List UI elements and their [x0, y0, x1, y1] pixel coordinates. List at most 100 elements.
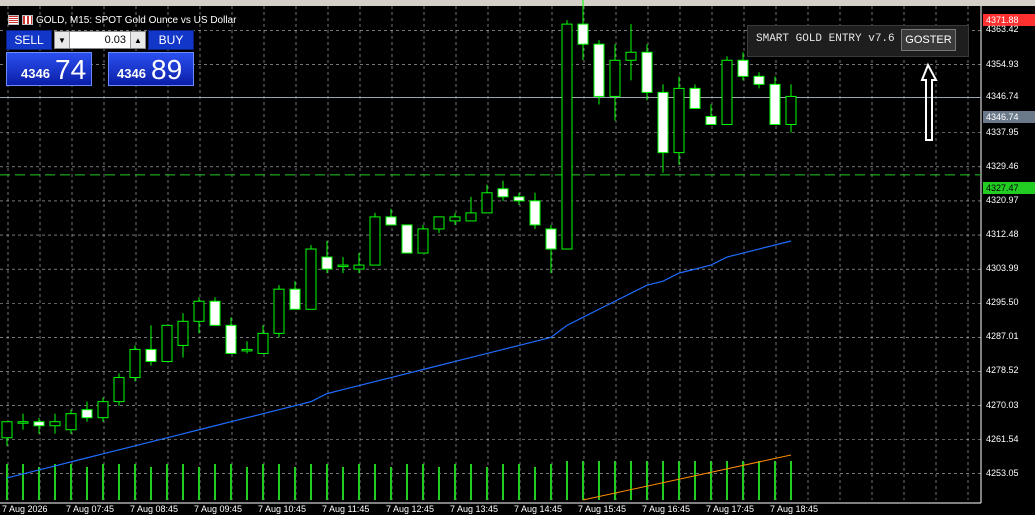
candle-bearish	[737, 59, 749, 77]
candle-bullish	[785, 95, 797, 126]
time-tick-label: 7 Aug 12:45	[386, 504, 435, 514]
indicator-info-panel: SMART GOLD ENTRY v7.6 GOSTER	[747, 25, 969, 57]
candle-bullish	[449, 216, 461, 222]
price-tick-label: 4346.74	[986, 91, 1019, 102]
chart-title-bar: GOLD, M15: SPOT Gold Ounce vs US Dollar	[8, 13, 236, 27]
price-tag-green-level: 4327.47	[983, 182, 1035, 194]
time-tick-label: 7 Aug 2026	[2, 504, 48, 514]
candle-bullish	[609, 59, 621, 97]
price-tag-current: 4346.74	[983, 111, 1035, 123]
candle-bearish	[769, 83, 781, 126]
price-tick-label: 4303.99	[986, 263, 1019, 274]
candle-bearish	[513, 196, 525, 202]
candle-bullish	[481, 192, 493, 214]
sell-button[interactable]: SELL	[6, 30, 52, 50]
candle-bullish	[177, 320, 189, 346]
candle-bearish	[689, 87, 701, 109]
time-tick-label: 7 Aug 10:45	[258, 504, 307, 514]
price-tick-label: 4287.01	[986, 331, 1019, 342]
candle-bullish	[417, 228, 429, 254]
candle-bullish	[241, 348, 253, 352]
price-tick-label: 4337.95	[986, 126, 1019, 137]
candle-bullish	[433, 216, 445, 230]
candle-bearish	[497, 188, 509, 198]
one-click-trade-panel: SELL ▼ 0.03 ▲ BUY 4346 74 4346 89	[6, 30, 194, 86]
moving-average-line	[6, 240, 792, 479]
candle-bullish	[113, 377, 125, 403]
candle-bearish	[209, 300, 221, 326]
lot-size-stepper[interactable]: ▼ 0.03 ▲	[54, 31, 146, 49]
indicator-title: SMART GOLD ENTRY v7.6	[756, 33, 895, 45]
candle-bearish	[81, 409, 93, 419]
candle-bullish	[625, 51, 637, 61]
buy-price-box[interactable]: 4346 89	[108, 52, 194, 86]
price-axis[interactable]: 4371.88 4346.74 4327.47 4363.42 4354.93 43…	[981, 0, 1035, 515]
time-tick-label: 7 Aug 14:45	[514, 504, 563, 514]
buy-price-big: 89	[151, 54, 183, 85]
candle-bullish	[561, 23, 573, 250]
candle-bearish	[545, 228, 557, 250]
candle-bullish	[129, 348, 141, 379]
chart-window[interactable]: GOLD, M15: SPOT Gold Ounce vs US Dollar …	[0, 0, 1035, 515]
candle-bullish	[305, 248, 317, 310]
time-tick-label: 7 Aug 11:45	[322, 504, 370, 514]
candle-bullish	[721, 59, 733, 126]
flag-icon	[8, 15, 19, 25]
price-tick-label: 4295.50	[986, 297, 1019, 308]
candle-bullish	[273, 288, 285, 334]
candle-bearish	[529, 200, 541, 226]
time-tick-label: 7 Aug 15:45	[578, 504, 627, 514]
buy-price-small: 4346	[117, 66, 146, 81]
time-axis[interactable]: 7 Aug 2026 7 Aug 07:45 7 Aug 08:45 7 Aug 09…	[0, 503, 981, 515]
candle-bullish	[673, 87, 685, 154]
candle-bearish	[593, 43, 605, 97]
time-tick-label: 7 Aug 13:45	[450, 504, 499, 514]
time-tick-label: 7 Aug 08:45	[130, 504, 179, 514]
candle-bearish	[321, 256, 333, 270]
candle-bullish	[337, 264, 349, 268]
price-tick-label: 4278.52	[986, 365, 1019, 376]
flag-icon-2	[22, 15, 33, 25]
candle-bearish	[705, 115, 717, 126]
candle-bearish	[401, 224, 413, 254]
candle-bearish	[641, 51, 653, 93]
price-tick-label: 4320.97	[986, 194, 1019, 205]
candle-bearish	[145, 348, 157, 362]
candle-bullish	[193, 300, 205, 322]
candle-bullish	[1, 421, 13, 439]
price-tick-label: 4261.54	[986, 433, 1019, 444]
candle-bullish	[257, 332, 269, 354]
candle-bullish	[65, 413, 77, 431]
up-arrow-annotation	[920, 62, 938, 141]
sell-price-small: 4346	[21, 66, 50, 81]
price-tick-label: 4329.46	[986, 160, 1019, 171]
price-tick-label: 4253.05	[986, 467, 1019, 478]
sell-price-box[interactable]: 4346 74	[6, 52, 92, 86]
time-tick-label: 7 Aug 07:45	[66, 504, 115, 514]
candle-bearish	[385, 216, 397, 226]
candle-bearish	[577, 23, 589, 45]
time-tick-label: 7 Aug 16:45	[642, 504, 691, 514]
sell-price-big: 74	[55, 54, 87, 85]
candle-bullish	[17, 421, 29, 424]
price-tick-label: 4270.03	[986, 399, 1019, 410]
candle-bearish	[289, 288, 301, 310]
price-tick-label: 4312.48	[986, 229, 1019, 240]
candle-bullish	[161, 324, 173, 362]
price-tick-label: 4363.42	[986, 24, 1019, 35]
candle-bearish	[33, 421, 45, 427]
candle-bearish	[657, 91, 669, 154]
lot-increase-icon[interactable]: ▲	[130, 32, 145, 48]
candle-bullish	[465, 212, 477, 222]
lot-decrease-icon[interactable]: ▼	[55, 32, 70, 48]
lot-size-input[interactable]: 0.03	[71, 32, 129, 48]
price-tick-label: 4354.93	[986, 58, 1019, 69]
candle-bullish	[49, 421, 61, 427]
candle-bearish	[753, 75, 765, 85]
candle-bullish	[353, 264, 365, 270]
candle-bullish	[97, 401, 109, 419]
time-tick-label: 7 Aug 18:45	[770, 504, 819, 514]
candle-bullish	[369, 216, 381, 266]
buy-button[interactable]: BUY	[148, 30, 194, 50]
goster-button[interactable]: GOSTER	[901, 29, 956, 51]
